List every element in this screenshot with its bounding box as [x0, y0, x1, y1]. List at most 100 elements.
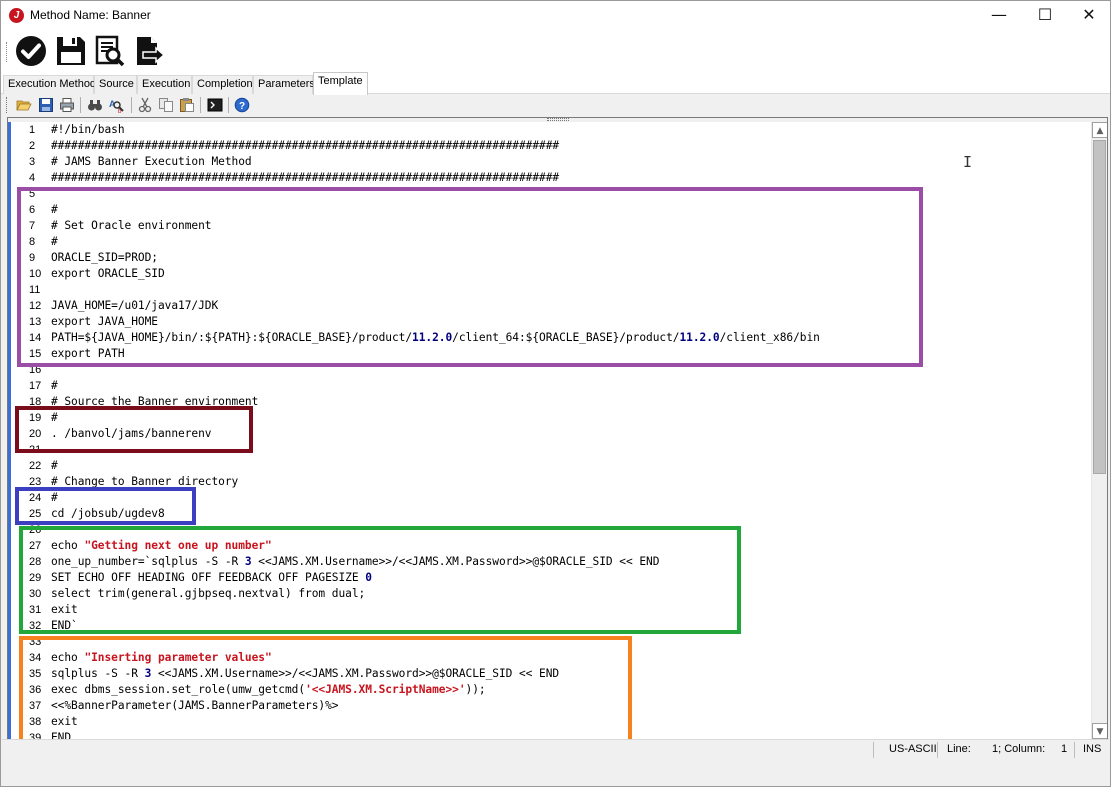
line-number: 7: [29, 220, 36, 232]
status-separator: [1074, 742, 1075, 758]
code-line: 19 #: [8, 410, 1091, 426]
splitter-grip[interactable]: [547, 118, 569, 121]
line-number: 5: [29, 188, 36, 200]
checkmark-button[interactable]: [15, 35, 47, 67]
code-line: 3 # JAMS Banner Execution Method: [8, 154, 1091, 170]
code-line: 12 JAVA_HOME=/u01/java17/JDK: [8, 298, 1091, 314]
code-line: 14 PATH=${JAVA_HOME}/bin/:${PATH}:${ORACL…: [8, 330, 1091, 346]
code-text: ########################################…: [51, 139, 560, 152]
editor-toolbar: A b ?: [2, 94, 1109, 116]
line-number: 29: [29, 572, 42, 584]
line-number: 18: [29, 396, 42, 408]
code-line: 33: [8, 634, 1091, 650]
template-code-editor[interactable]: 1 #!/bin/bash 2 ##########################…: [7, 117, 1108, 740]
paste-icon[interactable]: [179, 97, 195, 113]
code-line: 20 . /banvol/jams/bannerenv: [8, 426, 1091, 442]
code-text: sqlplus -S -R 3 <<JAMS.XM.Username>>/<<J…: [51, 667, 560, 680]
code-text: #: [51, 491, 58, 504]
code-text: select trim(general.gjbpseq.nextval) fro…: [51, 587, 366, 600]
code-text: exit: [51, 715, 78, 728]
find-replace-icon[interactable]: A b: [109, 97, 125, 113]
line-number: 38: [29, 716, 42, 728]
code-text: PATH=${JAVA_HOME}/bin/:${PATH}:${ORACLE_…: [51, 331, 820, 344]
tab-parameters[interactable]: Parameters: [253, 75, 315, 94]
line-number: 6: [29, 204, 36, 216]
code-line: 29 SET ECHO OFF HEADING OFF FEEDBACK OFF …: [8, 570, 1091, 586]
code-text: #: [51, 411, 58, 424]
code-text: # Change to Banner directory: [51, 475, 239, 488]
help-icon[interactable]: ?: [234, 97, 250, 113]
code-line: 16: [8, 362, 1091, 378]
code-line: 11: [8, 282, 1091, 298]
tab-template[interactable]: Template: [313, 72, 368, 95]
find-in-document-button[interactable]: [94, 35, 126, 67]
tab-execution-method[interactable]: Execution Method: [3, 75, 96, 94]
code-line: 4 #######################################…: [8, 170, 1091, 186]
code-text: # Set Oracle environment: [51, 219, 212, 232]
code-text: echo "Getting next one up number": [51, 539, 272, 552]
macro-icon[interactable]: [207, 97, 223, 113]
line-number: 35: [29, 668, 42, 680]
line-number: 33: [29, 636, 42, 648]
copy-icon[interactable]: [158, 97, 174, 113]
title-bar: J Method Name: Banner — ☐ ✕: [1, 1, 1110, 30]
line-number: 20: [29, 428, 42, 440]
line-number: 31: [29, 604, 42, 616]
code-text: #: [51, 203, 58, 216]
export-document-button[interactable]: [134, 35, 166, 67]
code-line: 26: [8, 522, 1091, 538]
find-icon[interactable]: [87, 97, 103, 113]
code-area[interactable]: 1 #!/bin/bash 2 ##########################…: [8, 122, 1091, 739]
close-button[interactable]: ✕: [1066, 1, 1111, 30]
save-icon: [57, 37, 85, 65]
vertical-scrollbar[interactable]: ▲ ▼: [1091, 122, 1107, 739]
scroll-down-arrow-icon[interactable]: ▼: [1092, 723, 1107, 739]
code-line: 31 exit: [8, 602, 1091, 618]
code-line: 10 export ORACLE_SID: [8, 266, 1091, 282]
save-icon[interactable]: [38, 97, 54, 113]
code-line: 32 END`: [8, 618, 1091, 634]
print-icon[interactable]: [59, 97, 75, 113]
line-number: 11: [29, 284, 41, 296]
line-number: 16: [29, 364, 42, 376]
tab-completion[interactable]: Completion: [192, 75, 253, 94]
line-number: 15: [29, 348, 42, 360]
line-number: 17: [29, 380, 42, 392]
line-number: 13: [29, 316, 42, 328]
code-text: <<%BannerParameter(JAMS.BannerParameters…: [51, 699, 339, 712]
tab-source[interactable]: Source: [94, 75, 137, 94]
code-line: 36 exec dbms_session.set_role(umw_getcmd(…: [8, 682, 1091, 698]
code-line: 30 select trim(general.gjbpseq.nextval) f…: [8, 586, 1091, 602]
text-cursor-icon: I: [963, 153, 973, 171]
cut-icon[interactable]: [137, 97, 153, 113]
code-text: # Source the Banner environment: [51, 395, 259, 408]
line-number: 26: [29, 524, 42, 536]
code-line: 18 # Source the Banner environment: [8, 394, 1091, 410]
editor-toolbar-grip[interactable]: [6, 97, 7, 113]
toolbar-grip[interactable]: [6, 42, 8, 62]
method-tabs: Execution Method Source Execution Comple…: [1, 72, 1110, 95]
code-text: echo "Inserting parameter values": [51, 651, 272, 664]
code-line: 24 #: [8, 490, 1091, 506]
insert-mode-status: INS: [1083, 743, 1102, 755]
code-line: 21: [8, 442, 1091, 458]
scrollbar-thumb[interactable]: [1093, 140, 1106, 474]
code-line: 13 export JAVA_HOME: [8, 314, 1091, 330]
minimize-button[interactable]: —: [976, 1, 1022, 30]
tab-execution[interactable]: Execution: [137, 75, 192, 94]
code-text: SET ECHO OFF HEADING OFF FEEDBACK OFF PA…: [51, 571, 372, 584]
code-text: exec dbms_session.set_role(umw_getcmd('<…: [51, 683, 486, 696]
code-line: 23 # Change to Banner directory: [8, 474, 1091, 490]
line-number: 25: [29, 508, 42, 520]
code-line: 34 echo "Inserting parameter values": [8, 650, 1091, 666]
scroll-up-arrow-icon[interactable]: ▲: [1092, 122, 1107, 138]
save-button[interactable]: [55, 35, 87, 67]
code-text: export PATH: [51, 347, 125, 360]
code-line: 9 ORACLE_SID=PROD;: [8, 250, 1091, 266]
find-in-document-icon: [95, 35, 125, 67]
code-line: 22 #: [8, 458, 1091, 474]
open-folder-icon[interactable]: [16, 97, 32, 113]
maximize-button[interactable]: ☐: [1022, 1, 1068, 30]
code-text: cd /jobsub/ugdev8: [51, 507, 165, 520]
code-line: 1 #!/bin/bash: [8, 122, 1091, 138]
